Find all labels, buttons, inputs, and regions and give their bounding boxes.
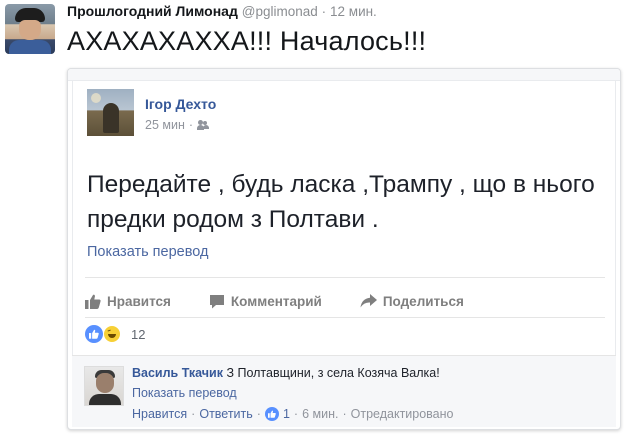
comments-section: Василь Ткачик З Полтавщини, з села Козяч… [72,355,616,427]
tweet-avatar[interactable] [5,4,55,54]
tweet-header: Прошлогодний Лимонад @pglimonad · 12 мин… [67,3,377,19]
comment-body: Василь Ткачик З Полтавщини, з села Козяч… [132,366,440,380]
comment-text: З Полтавщини, з села Козяча Валка! [226,366,440,380]
embedded-facebook-card[interactable]: Ігор Дехто 25 мин · Передайте , будь лас… [67,68,621,430]
comment-separator: · [191,407,196,421]
comment-translate-link[interactable]: Показать перевод [132,386,237,400]
like-button[interactable]: Нравится [85,294,171,309]
comment-like-link[interactable]: Нравится [132,407,187,421]
comment-separator: · [256,407,261,421]
post-meta: 25 мин · [145,118,210,132]
like-button-label: Нравится [107,293,171,309]
haha-reaction-icon [103,325,121,343]
share-button-label: Поделиться [382,293,464,309]
tweet-handle[interactable]: @pglimonad [242,4,318,19]
share-icon [360,294,377,308]
like-reaction-icon [85,325,103,343]
comment-separator: · [342,407,347,421]
post-author-name[interactable]: Ігор Дехто [145,96,216,112]
card-top-edge [68,69,620,81]
comment-like-count[interactable]: 1 [283,407,290,421]
comment-reply-link[interactable]: Ответить [199,407,252,421]
actions-bottom-divider [85,317,605,318]
avatar-person [103,103,119,133]
comment-button[interactable]: Комментарий [209,294,322,309]
post-text: Передайте , будь ласка ,Трампу , що в нь… [87,171,595,233]
avatar-light [91,93,101,103]
comment-edited-label[interactable]: Отредактировано [351,407,454,421]
avatar-head [96,373,114,393]
tweet-time[interactable]: 12 мин. [330,4,377,19]
thumbs-up-icon [85,294,101,309]
avatar-body [89,394,121,405]
post-actions-bar: Нравится Комментарий Поделиться [85,285,605,317]
post-translate-link[interactable]: Показать перевод [87,244,208,260]
facebook-post: Ігор Дехто 25 мин · Передайте , будь лас… [72,81,616,377]
comment-icon [209,294,224,308]
comment-actions: Нравится · Ответить · 1 · 6 мин. · Отред… [132,407,454,421]
tweet-display-name[interactable]: Прошлогодний Лимонад [67,3,238,19]
actions-top-divider [85,277,605,278]
reactions-count: 12 [131,326,146,342]
comment-button-label: Комментарий [230,293,322,309]
share-button[interactable]: Поделиться [360,294,464,309]
avatar-shirt [9,40,51,54]
post-time[interactable]: 25 мин [145,118,185,132]
tweet-separator: · [321,4,327,19]
comment-author-avatar[interactable] [84,366,124,406]
comment-like-count-icon [264,407,279,421]
post-meta-separator: · [188,118,194,132]
comment-separator: · [293,407,299,421]
reactions-summary[interactable]: 12 [85,325,145,343]
comment-author-name[interactable]: Василь Ткачик [132,366,223,380]
comment-time[interactable]: 6 мин. [302,407,338,421]
tweet-text: АХАХАХАХХА!!! Началось!!! [67,26,427,56]
post-author-avatar[interactable] [87,89,134,136]
avatar-face [19,20,41,40]
friends-icon [197,120,210,130]
